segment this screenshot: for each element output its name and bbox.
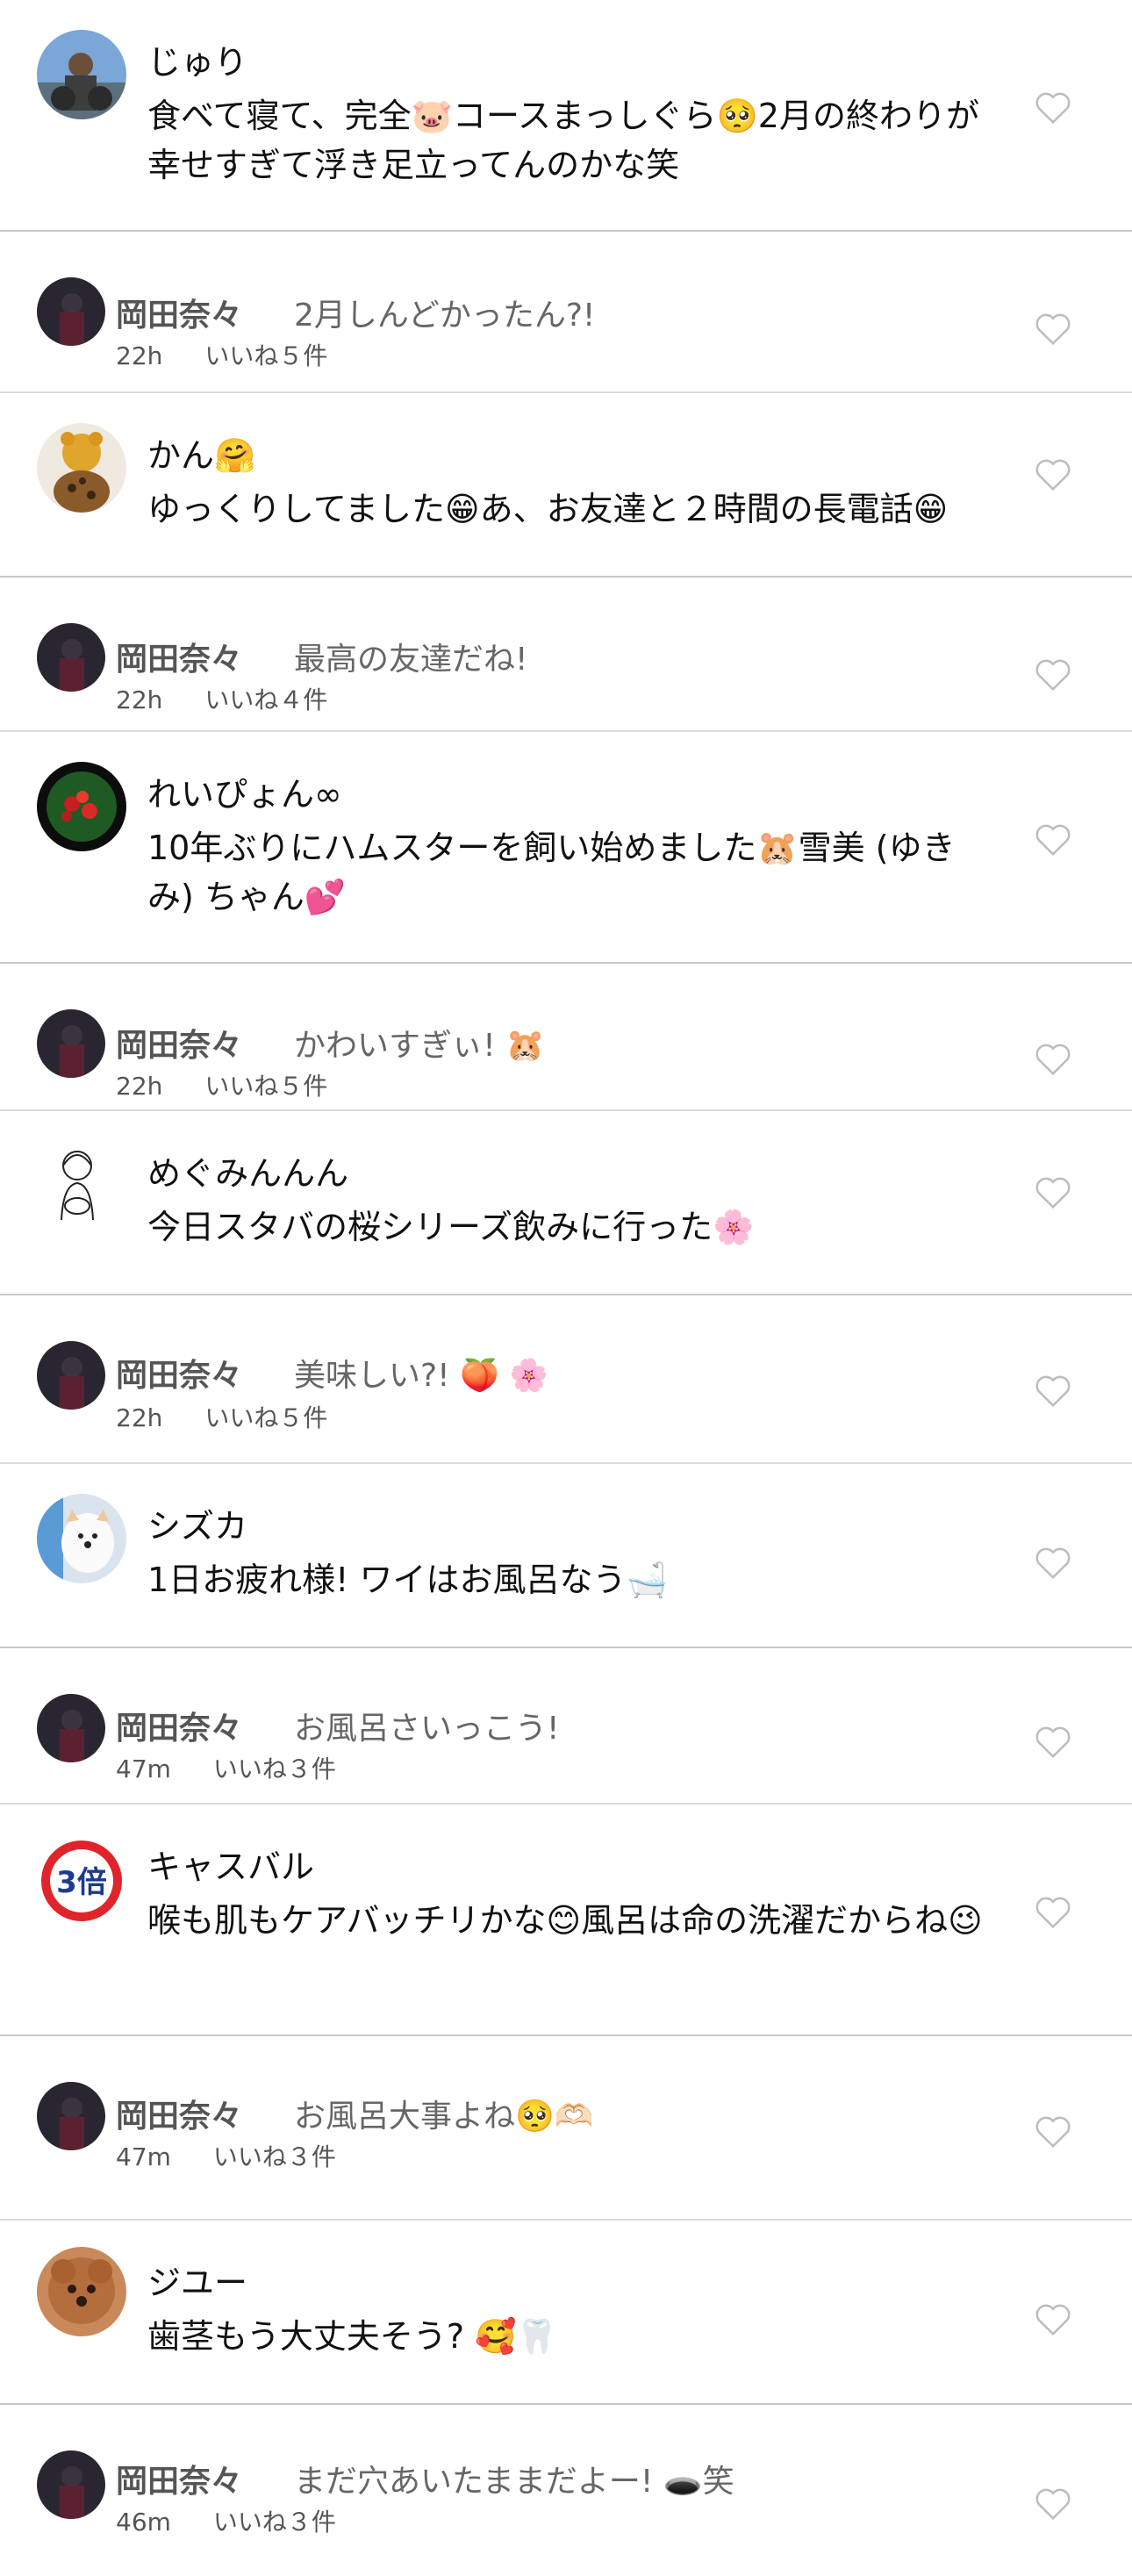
commenter-name[interactable]: じゅり — [147, 35, 247, 83]
comment-text: 喉も肌もケアバッチリかな😊風呂は命の洗濯だからね😉 — [147, 1901, 983, 1940]
avatar[interactable] — [37, 2082, 105, 2150]
reply-text: かわいすぎぃ! 🐹 — [294, 1028, 545, 1064]
reply-meta: 22h いいね５件 — [116, 1067, 327, 1102]
reply-like-count[interactable]: いいね５件 — [204, 341, 327, 370]
reply-text: 美味しい?! 🍑 🌸 — [294, 1358, 549, 1394]
avatar[interactable] — [37, 762, 126, 851]
reply-author[interactable]: 岡田奈々 — [116, 1350, 242, 1396]
comment-feed: じゅり 食べて寝て、完全🐷コースまっしぐら🥺2月の終わりが幸せすぎて浮き足立って… — [0, 0, 1132, 2576]
heart-icon[interactable] — [1034, 1724, 1072, 1759]
heart-icon[interactable] — [1034, 822, 1072, 857]
reply-author[interactable]: 岡田奈々 — [116, 2091, 242, 2136]
reply-timestamp: 22h — [116, 1072, 163, 1101]
commenter-name[interactable]: シズカ — [147, 1499, 247, 1547]
heart-icon[interactable] — [1034, 1041, 1072, 1076]
comment-item: じゅり 食べて寝て、完全🐷コースまっしぐら🥺2月の終わりが幸せすぎて浮き足立って… — [0, 0, 1132, 230]
reply-timestamp: 47m — [116, 2142, 171, 2171]
reply-author[interactable]: 岡田奈々 — [116, 634, 242, 679]
commenter-name[interactable]: めぐみんんん — [147, 1146, 348, 1195]
avatar[interactable] — [37, 277, 105, 346]
heart-icon[interactable] — [1034, 1373, 1072, 1408]
reply-meta: 22h いいね５件 — [116, 1399, 327, 1434]
heart-icon[interactable] — [1034, 1545, 1072, 1580]
reply-like-count[interactable]: いいね３件 — [213, 1754, 336, 1783]
reply-text: 2月しんどかったん?! — [294, 298, 596, 334]
comment-item: かん🤗 ゆっくりしてました😁あ、お友達と２時間の長電話😁 — [0, 393, 1132, 576]
reply-author[interactable]: 岡田奈々 — [116, 1703, 242, 1748]
reply-text: まだ穴あいたままだよー! 🕳️笑 — [294, 2464, 734, 2500]
avatar[interactable] — [37, 1139, 126, 1229]
reply-author[interactable]: 岡田奈々 — [116, 1020, 242, 1066]
reply-timestamp: 22h — [116, 685, 163, 714]
comment-text: 1日お疲れ様! ワイはお風呂なう🛁 — [147, 1561, 668, 1599]
reply-like-count[interactable]: いいね３件 — [213, 2508, 336, 2537]
comment-item: 3倍 キャスバル 喉も肌もケアバッチリかな😊風呂は命の洗濯だからね😉 — [0, 1805, 1132, 2034]
reply-timestamp: 22h — [116, 341, 163, 370]
reply-item: 岡田奈々 最高の友達だね! 22h いいね４件 — [0, 578, 1132, 730]
reply-text: お風呂さいっこう! — [294, 1711, 560, 1747]
comment-item: シズカ 1日お疲れ様! ワイはお風呂なう🛁 — [0, 1464, 1132, 1647]
commenter-name[interactable]: かん🤗 — [147, 428, 255, 477]
reply-meta: 22h いいね５件 — [116, 337, 327, 372]
heart-icon[interactable] — [1034, 90, 1072, 125]
commenter-name[interactable]: れいぴょん∞ — [147, 767, 342, 815]
avatar[interactable] — [37, 30, 126, 119]
heart-icon[interactable] — [1034, 1174, 1072, 1209]
reply-like-count[interactable]: いいね５件 — [204, 1403, 327, 1432]
reply-timestamp: 47m — [116, 1754, 171, 1783]
comment-item: れいぴょん∞ 10年ぶりにハムスターを飼い始めました🐹雪美 (ゆきみ) ちゃん💕 — [0, 732, 1132, 962]
reply-item: 岡田奈々 まだ穴あいたままだよー! 🕳️笑 46m いいね３件 — [0, 2405, 1132, 2576]
reply-item: 岡田奈々 お風呂さいっこう! 47m いいね３件 — [0, 1648, 1132, 1803]
heart-icon[interactable] — [1034, 2113, 1072, 2149]
reply-meta: 47m いいね３件 — [116, 2138, 336, 2173]
reply-item: 岡田奈々 お風呂大事よね🥺🫶🏻 47m いいね３件 — [0, 2036, 1132, 2219]
avatar[interactable] — [37, 2450, 105, 2519]
avatar[interactable]: 3倍 — [37, 1836, 126, 1926]
reply-like-count[interactable]: いいね５件 — [204, 1072, 327, 1101]
reply-item: 岡田奈々 2月しんどかったん?! 22h いいね５件 — [0, 232, 1132, 391]
reply-meta: 22h いいね４件 — [116, 681, 327, 716]
reply-author[interactable]: 岡田奈々 — [116, 2456, 242, 2501]
reply-meta: 46m いいね３件 — [116, 2503, 336, 2538]
avatar[interactable] — [37, 423, 126, 513]
reply-item: 岡田奈々 かわいすぎぃ! 🐹 22h いいね５件 — [0, 964, 1132, 1109]
heart-icon[interactable] — [1034, 2486, 1072, 2521]
speed-badge-text: 3倍 — [56, 1865, 107, 1900]
heart-icon[interactable] — [1034, 657, 1072, 692]
reply-timestamp: 22h — [116, 1403, 163, 1432]
comment-text: 10年ぶりにハムスターを飼い始めました🐹雪美 (ゆきみ) ちゃん💕 — [147, 829, 956, 916]
reply-like-count[interactable]: いいね４件 — [204, 685, 327, 714]
reply-timestamp: 46m — [116, 2508, 171, 2537]
heart-icon[interactable] — [1034, 1894, 1072, 1929]
comment-text: 食べて寝て、完全🐷コースまっしぐら🥺2月の終わりが幸せすぎて浮き足立ってんのかな… — [147, 97, 979, 184]
reply-text: 最高の友達だね! — [294, 642, 528, 678]
heart-icon[interactable] — [1034, 2301, 1072, 2336]
avatar[interactable] — [37, 1341, 105, 1410]
avatar[interactable] — [37, 623, 105, 692]
reply-author[interactable]: 岡田奈々 — [116, 290, 242, 335]
avatar[interactable] — [37, 1009, 105, 1078]
reply-text: お風呂大事よね🥺🫶🏻 — [294, 2099, 594, 2135]
reply-meta: 47m いいね３件 — [116, 1750, 336, 1785]
heart-icon[interactable] — [1034, 311, 1072, 346]
comment-text: ゆっくりしてました😁あ、お友達と２時間の長電話😁 — [147, 490, 949, 528]
heart-icon[interactable] — [1034, 456, 1072, 492]
commenter-name[interactable]: ジユー — [147, 2256, 247, 2304]
commenter-name[interactable]: キャスバル — [147, 1840, 314, 1888]
comment-item: めぐみんんん 今日スタバの桜シリーズ飲みに行った🌸 — [0, 1111, 1132, 1294]
reply-item: 岡田奈々 美味しい?! 🍑 🌸 22h いいね５件 — [0, 1295, 1132, 1462]
comment-text: 歯茎もう大丈夫そう? 🥰🦷 — [147, 2317, 558, 2356]
avatar[interactable] — [37, 1694, 105, 1762]
comment-text: 今日スタバの桜シリーズ飲みに行った🌸 — [147, 1208, 755, 1246]
avatar[interactable] — [37, 2247, 126, 2336]
reply-like-count[interactable]: いいね３件 — [213, 2142, 336, 2171]
comment-item: ジユー 歯茎もう大丈夫そう? 🥰🦷 — [0, 2221, 1132, 2403]
avatar[interactable] — [37, 1494, 126, 1583]
